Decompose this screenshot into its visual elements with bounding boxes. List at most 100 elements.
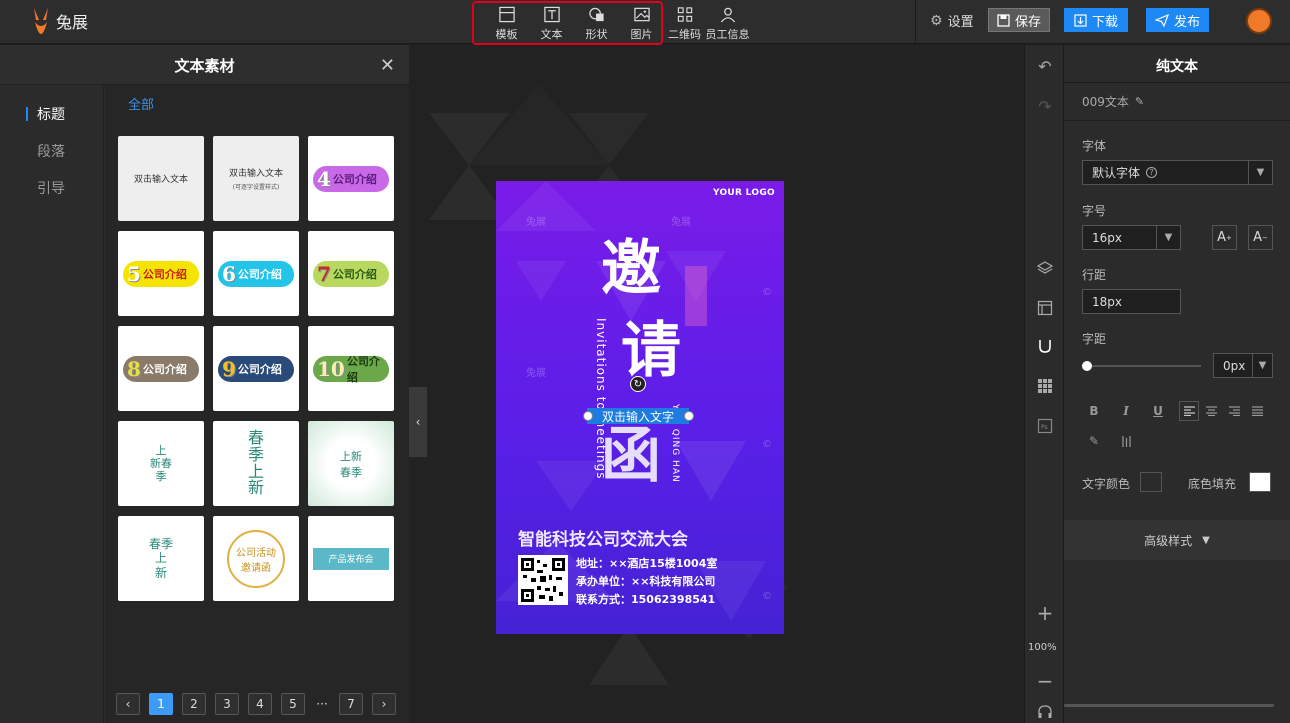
text-template-card[interactable]: 春 季 上 新 xyxy=(213,421,299,506)
poster-char-1[interactable]: 邀 xyxy=(601,239,661,299)
slider-knob[interactable] xyxy=(1082,361,1092,371)
filter-all[interactable]: 全部 xyxy=(128,94,154,113)
bg-fill-label: 底色填充 xyxy=(1188,477,1237,491)
font-select[interactable]: 默认字体 ? ▼ xyxy=(1082,160,1273,185)
element-name-row[interactable]: 009文本 ✎ xyxy=(1064,83,1290,121)
poster-title[interactable]: 智能科技公司交流大会 xyxy=(518,525,688,550)
nav-item-guide[interactable]: 引导 xyxy=(0,169,103,206)
text-template-card[interactable]: 双击输入文本 (可逐字设置样式) xyxy=(213,136,299,221)
text-template-card[interactable]: 双击输入文本 xyxy=(118,136,204,221)
settings-button[interactable]: ⚙ 设置 xyxy=(930,11,974,31)
layers-icon[interactable] xyxy=(1035,258,1055,278)
image-icon xyxy=(633,7,650,22)
advanced-style-toggle[interactable]: 高级样式 ▼ xyxy=(1064,520,1290,560)
card-text: 新 xyxy=(154,565,167,580)
close-icon[interactable]: ✕ xyxy=(380,55,395,76)
page-button[interactable]: 2 xyxy=(182,693,206,715)
underline-button[interactable]: U xyxy=(1148,401,1168,421)
selected-text-box[interactable]: 双击输入文字 xyxy=(587,408,689,424)
tool-shape-label: 形状 xyxy=(585,28,608,41)
letter-spacing-select[interactable]: 0px ▼ xyxy=(1213,353,1273,378)
line-height-input[interactable]: 18px xyxy=(1082,289,1181,314)
text-template-card[interactable]: 9 公司介绍 xyxy=(213,326,299,411)
zoom-out-icon[interactable]: − xyxy=(1035,669,1055,693)
prev-page-button[interactable]: ‹ xyxy=(116,693,140,715)
poster-page[interactable]: YOUR LOGO 邀 请 函 Invitations to meetings … xyxy=(496,181,784,634)
text-template-card[interactable]: 4 公司介绍 xyxy=(308,136,394,221)
nav-item-paragraph[interactable]: 段落 xyxy=(0,132,103,169)
font-size-select[interactable]: 16px ▼ xyxy=(1082,225,1181,250)
collapse-panel-button[interactable]: ‹ xyxy=(409,387,427,457)
vertical-text-icon[interactable] xyxy=(1116,431,1136,451)
help-icon[interactable]: ? xyxy=(1146,167,1158,178)
tool-text[interactable]: 文本 xyxy=(529,2,574,42)
text-template-card[interactable]: 产品发布会 xyxy=(308,516,394,601)
brand-logo[interactable]: 兔展 xyxy=(30,6,88,36)
tool-image[interactable]: 图片 xyxy=(619,2,664,42)
bg-fill-swatch[interactable] xyxy=(1249,472,1271,492)
tool-template[interactable]: 模板 xyxy=(484,2,529,42)
poster-char-3[interactable]: 函 xyxy=(601,426,661,486)
headset-icon[interactable] xyxy=(1035,702,1055,722)
italic-button[interactable]: I xyxy=(1116,401,1136,421)
eraser-icon[interactable]: ✎ xyxy=(1084,431,1104,451)
user-avatar[interactable] xyxy=(1246,8,1272,34)
text-template-card[interactable]: 10 公司介绍 xyxy=(308,326,394,411)
text-template-card[interactable]: 上 新春 季 xyxy=(118,421,204,506)
text-template-card[interactable]: 5 公司介绍 xyxy=(118,231,204,316)
page-button[interactable]: 7 xyxy=(339,693,363,715)
page-button[interactable]: 3 xyxy=(215,693,239,715)
page-button[interactable]: 5 xyxy=(281,693,305,715)
poster-logo[interactable]: YOUR LOGO xyxy=(713,188,775,198)
psd-icon[interactable]: Ps xyxy=(1035,416,1055,436)
align-left-icon[interactable] xyxy=(1179,401,1199,421)
bold-button[interactable]: B xyxy=(1084,401,1104,421)
zoom-in-icon[interactable]: + xyxy=(1035,601,1055,625)
text-template-card[interactable]: 6 公司介绍 xyxy=(213,231,299,316)
next-page-button[interactable]: › xyxy=(372,693,396,715)
advanced-style-body xyxy=(1064,560,1290,723)
increase-font-button[interactable]: A + xyxy=(1212,225,1237,250)
letter-spacing-slider[interactable] xyxy=(1086,365,1201,367)
text-template-card[interactable]: 春季 上 新 xyxy=(118,516,204,601)
magnet-icon[interactable] xyxy=(1035,336,1055,356)
align-justify-icon[interactable] xyxy=(1247,401,1267,421)
nav-item-title[interactable]: 标题 xyxy=(0,95,103,132)
publish-button[interactable]: 发布 xyxy=(1146,8,1209,32)
poster-address[interactable]: 地址：××酒店15楼1004室 xyxy=(576,555,717,571)
poster-organizer[interactable]: 承办单位：××科技有限公司 xyxy=(576,573,715,589)
tool-staff-info[interactable]: 员工信息 xyxy=(705,2,750,42)
redo-icon[interactable]: ↷ xyxy=(1035,96,1055,116)
poster-vertical-en-1[interactable]: Invitations to meetings xyxy=(594,318,608,480)
text-color-swatch[interactable] xyxy=(1140,472,1162,492)
page-button[interactable]: 1 xyxy=(149,693,173,715)
text-template-card[interactable]: 8 公司介绍 xyxy=(118,326,204,411)
materials-content: 全部 双击输入文本 双击输入文本 (可逐字设置样式) 4 公司介绍 5 公司介绍 6… xyxy=(105,85,409,723)
horizontal-scrollbar[interactable] xyxy=(1064,704,1274,707)
grid-icon[interactable] xyxy=(1035,376,1055,396)
page-button[interactable]: 4 xyxy=(248,693,272,715)
align-center-icon[interactable] xyxy=(1201,401,1221,421)
save-button[interactable]: 保存 xyxy=(988,8,1050,32)
download-button[interactable]: 下载 xyxy=(1064,8,1128,32)
poster-contact[interactable]: 联系方式：15062398541 xyxy=(576,591,715,607)
tool-shape[interactable]: 形状 xyxy=(574,2,619,42)
poster-qr-code[interactable] xyxy=(518,555,568,605)
resize-handle-right[interactable] xyxy=(684,411,694,421)
settings-label: 设置 xyxy=(947,15,974,30)
panel-header: 文本素材 ✕ xyxy=(0,45,409,85)
card-number: 7 xyxy=(317,261,331,286)
text-template-card[interactable]: 公司活动 邀请函 xyxy=(213,516,299,601)
resize-handle-left[interactable] xyxy=(583,411,593,421)
text-template-card[interactable]: 7 公司介绍 xyxy=(308,231,394,316)
page-layout-icon[interactable] xyxy=(1035,298,1055,318)
tool-qrcode[interactable]: 二维码 xyxy=(662,2,707,42)
decrease-font-button[interactable]: A − xyxy=(1248,225,1273,250)
undo-icon[interactable]: ↶ xyxy=(1035,56,1055,76)
align-right-icon[interactable] xyxy=(1224,401,1244,421)
poster-char-2[interactable]: 请 xyxy=(621,321,681,381)
text-template-card[interactable]: 上新 春季 xyxy=(308,421,394,506)
editor-canvas[interactable]: YOUR LOGO 邀 请 函 Invitations to meetings … xyxy=(409,45,1024,723)
pencil-icon[interactable]: ✎ xyxy=(1135,95,1144,108)
rotate-handle[interactable]: ↻ xyxy=(630,376,646,392)
